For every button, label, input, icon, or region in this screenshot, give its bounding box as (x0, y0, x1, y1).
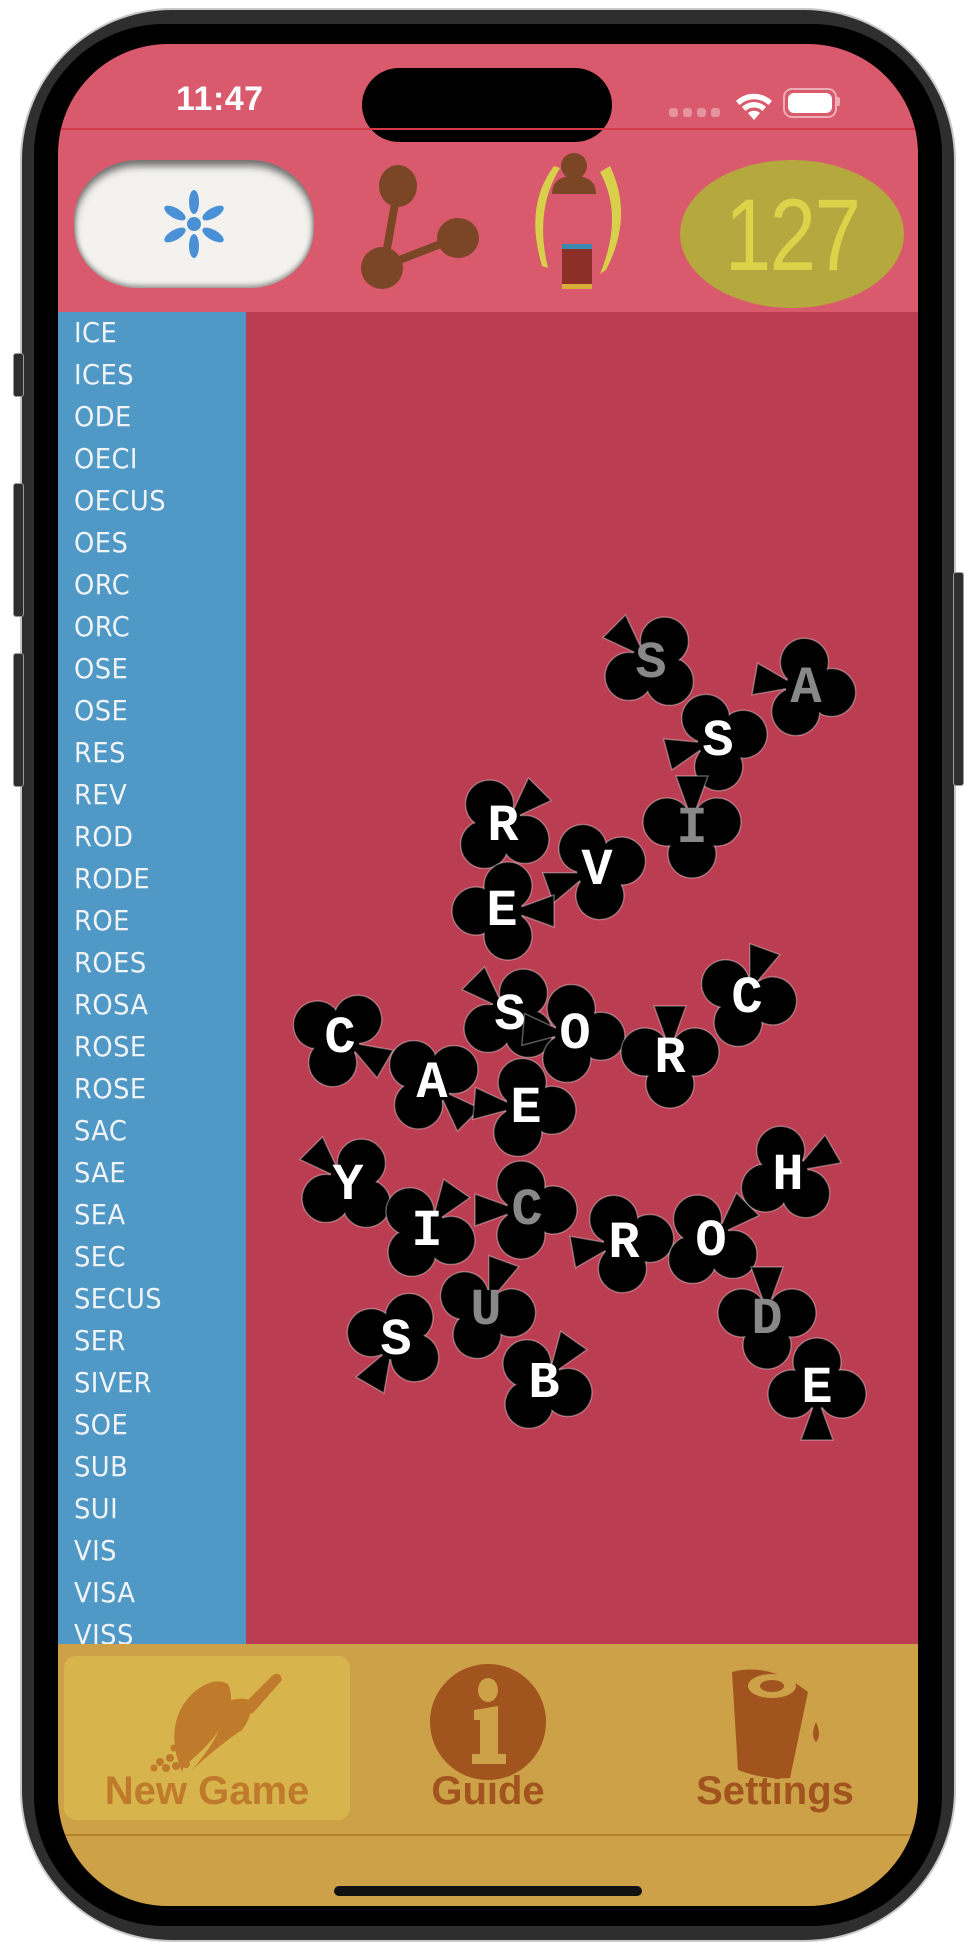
word-list: ICE ICES ODE OECI OECUS OES ORC ORC OSE OSE RES REV… (74, 312, 174, 1644)
word-list-item: SECUS (74, 1282, 163, 1315)
word-list-item: ICE (74, 316, 118, 349)
tile-letter: C (511, 1180, 543, 1240)
dynamic-island (362, 68, 612, 142)
word-list-item: ICES (74, 358, 135, 391)
word-list-item: ODE (74, 400, 132, 433)
word-list-item: SER (74, 1324, 126, 1357)
scoop-icon (150, 1673, 282, 1772)
letter-tile[interactable]: B (492, 1329, 596, 1435)
word-list-item: OECUS (74, 484, 167, 517)
volume-down-button (13, 653, 24, 787)
word-list-item: RODE (74, 862, 151, 895)
info-icon (430, 1664, 546, 1780)
word-list-item: RES (74, 736, 126, 769)
letter-tile[interactable]: S (344, 1288, 448, 1395)
tile-letter: E (801, 1358, 833, 1418)
tile-letter: E (510, 1078, 542, 1138)
letter-tile[interactable]: H (736, 1123, 843, 1227)
word-list-item: VISS (74, 1618, 134, 1644)
found-words-sidebar[interactable]: ICE ICES ODE OECI OECUS OES ORC ORC OSE OSE RES REV… (58, 312, 246, 1644)
molecule-tree-icon[interactable] (360, 162, 486, 292)
word-list-item: VISA (74, 1576, 136, 1609)
status-bar: 11:47 (58, 44, 918, 142)
tile-letter: S (380, 1310, 412, 1370)
tab-divider (58, 1834, 918, 1836)
status-time: 11:47 (176, 80, 264, 118)
word-list-item: SEA (74, 1198, 126, 1231)
word-list-item: ROD (74, 820, 134, 853)
action-button (13, 353, 24, 397)
tab-new-game-label: New Game (104, 1769, 310, 1813)
letter-tile[interactable]: C (474, 1158, 579, 1262)
tab-guide[interactable]: Guide (345, 1656, 631, 1820)
hint-button[interactable] (74, 160, 314, 288)
word-list-item: OSE (74, 694, 129, 727)
word-list-item: REV (74, 778, 128, 811)
score-value: 127 (724, 178, 861, 292)
cellular-signal-icon (669, 108, 720, 117)
status-divider (58, 128, 918, 130)
tile-letter: B (528, 1353, 560, 1413)
wifi-icon (736, 93, 772, 120)
volume-up-button (13, 483, 24, 617)
player-badge-icon[interactable] (512, 150, 642, 290)
word-list-item: SAE (74, 1156, 127, 1189)
tile-letter: E (486, 881, 518, 941)
tile-letter: C (731, 968, 763, 1028)
letter-tile[interactable]: C (695, 942, 799, 1050)
tile-letter: H (772, 1145, 804, 1205)
word-list-item: ORC (74, 610, 131, 643)
word-list-item: ORC (74, 568, 131, 601)
word-list-item: SUB (74, 1450, 129, 1483)
battery-cap (837, 97, 840, 106)
letter-tile[interactable]: C (288, 986, 395, 1090)
tab-guide-label: Guide (431, 1769, 545, 1813)
battery-icon (783, 88, 837, 118)
coffee-cup-icon (732, 1669, 819, 1779)
game-board[interactable]: S A S I R V E S O C A E R C Y I C R O H … (246, 312, 918, 1644)
word-list-item: ROE (74, 904, 130, 937)
letter-tile[interactable]: E (765, 1336, 869, 1441)
word-list-item: SEC (74, 1240, 126, 1273)
tab-new-game[interactable]: New Game (64, 1656, 350, 1820)
screen: 11:47 127 ICE ICES ODE OECI OECUS OES OR… (58, 44, 918, 1906)
sparkle-icon (164, 190, 224, 258)
word-list-item: SOE (74, 1408, 129, 1441)
letter-tile[interactable]: E (471, 1056, 578, 1160)
score-badge: 127 (680, 160, 904, 308)
word-list-item: ROSE (74, 1072, 147, 1105)
tile-letter: V (581, 840, 613, 900)
letter-tile[interactable]: I (640, 775, 744, 880)
word-list-item: ROES (74, 946, 147, 979)
word-list-item: OSE (74, 652, 129, 685)
letter-tile[interactable]: E (450, 859, 555, 963)
word-list-item: SAC (74, 1114, 128, 1147)
tile-letter: A (416, 1053, 448, 1113)
word-list-item: OECI (74, 442, 138, 475)
tab-settings-label: Settings (696, 1769, 854, 1813)
word-list-item: SIVER (74, 1366, 153, 1399)
word-list-item: ROSA (74, 988, 149, 1021)
word-list-item: VIS (74, 1534, 117, 1567)
power-button (953, 572, 964, 786)
word-list-item: SUI (74, 1492, 119, 1525)
tile-letter: C (324, 1008, 356, 1068)
home-indicator[interactable] (334, 1886, 642, 1896)
tile-letter: I (676, 798, 708, 858)
word-list-item: OES (74, 526, 129, 559)
word-list-item: ROSE (74, 1030, 147, 1063)
letter-tile[interactable]: V (541, 818, 649, 922)
letter-tile[interactable]: A (380, 1031, 484, 1135)
tab-settings[interactable]: Settings (632, 1656, 918, 1820)
tab-bar: New Game Guide Settings (58, 1644, 918, 1906)
